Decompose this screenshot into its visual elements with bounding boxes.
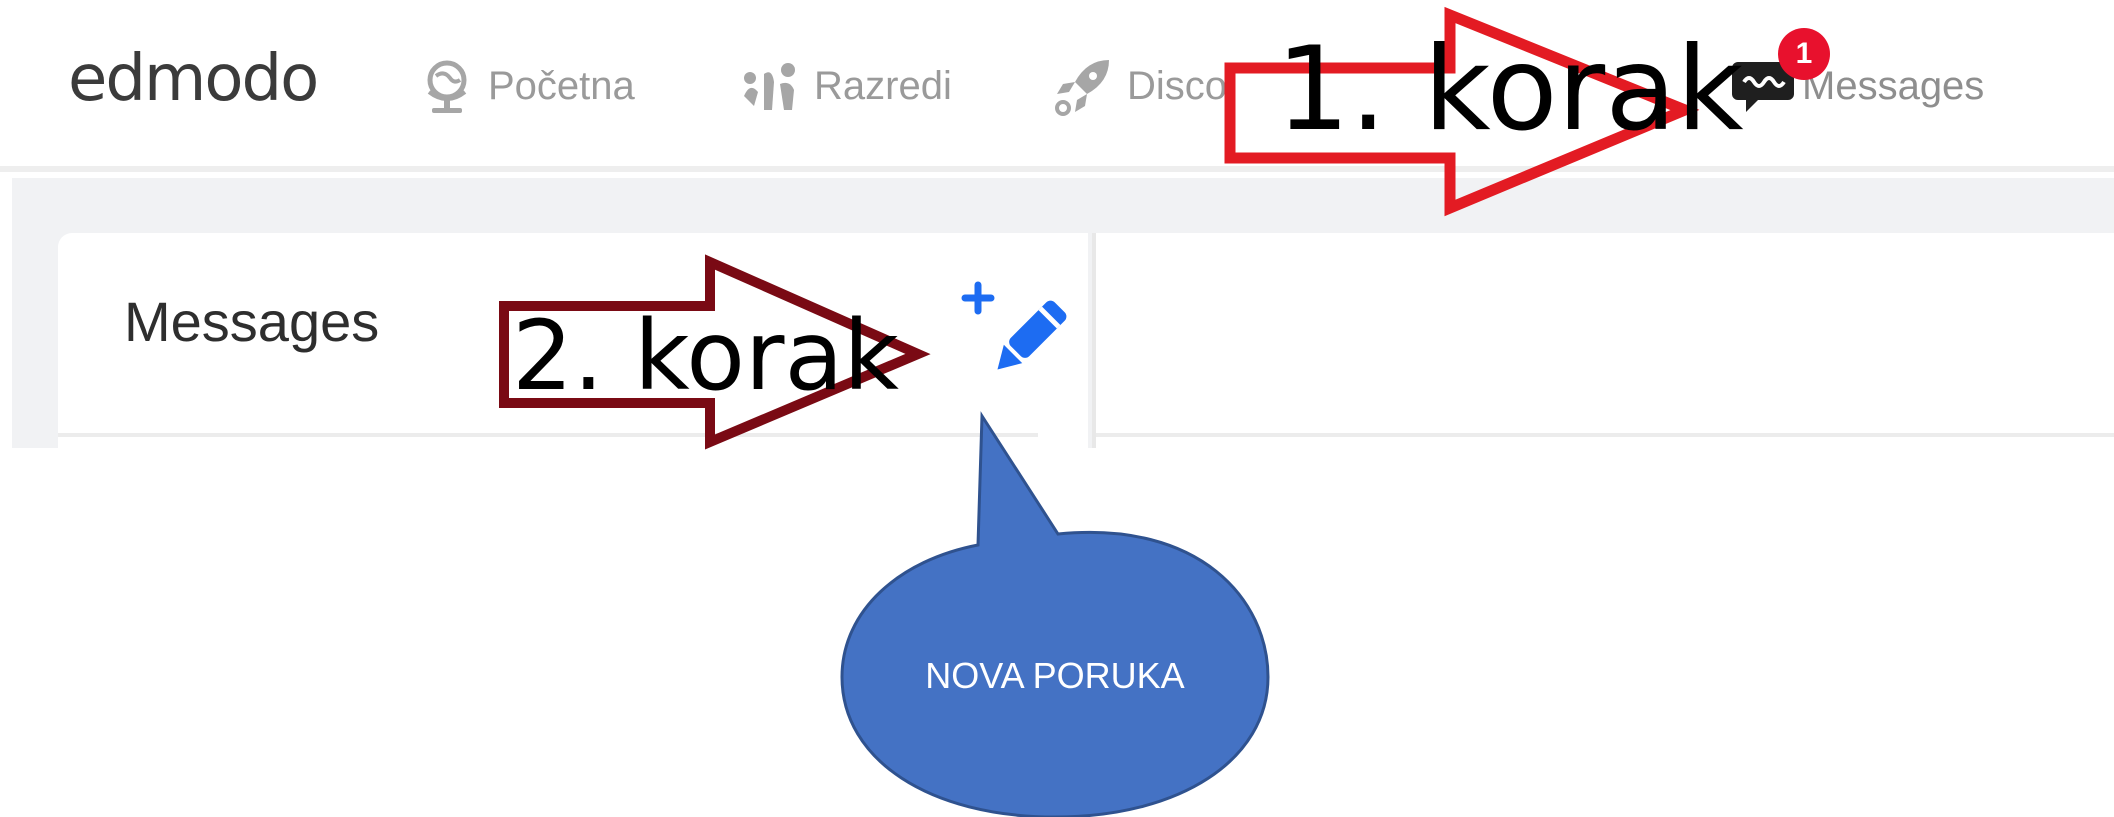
callout-bubble bbox=[840, 411, 1270, 817]
callout-label: NOVA PORUKA bbox=[925, 655, 1185, 696]
step2-label: 2. korak bbox=[512, 300, 899, 412]
step1-label: 1. korak bbox=[1276, 22, 1744, 157]
